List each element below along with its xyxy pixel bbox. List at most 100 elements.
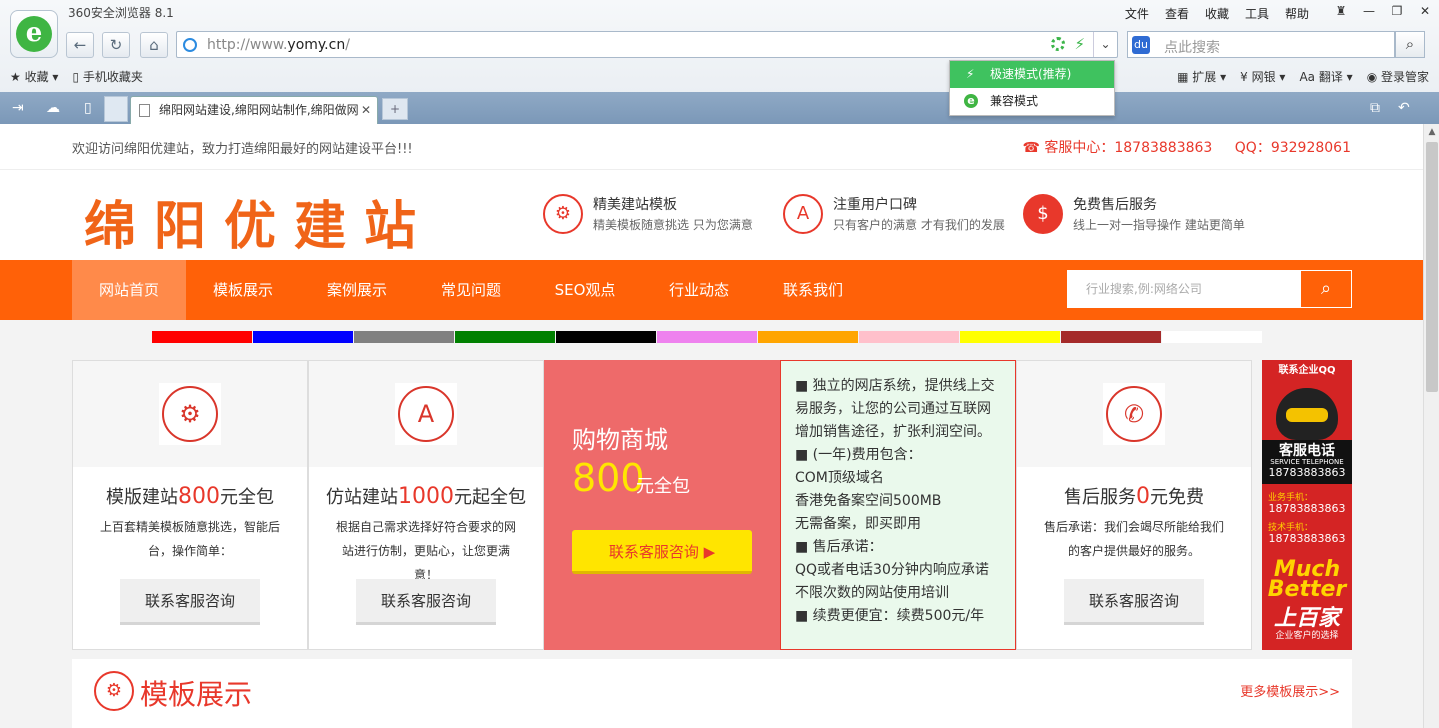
site-search-button[interactable]: ⌕ (1300, 270, 1352, 308)
color-swatch[interactable] (960, 331, 1060, 343)
color-swatch[interactable] (455, 331, 555, 343)
color-swatch[interactable] (1061, 331, 1161, 343)
page-icon (139, 104, 150, 117)
tab-close-icon[interactable]: ✕ (361, 97, 371, 123)
nav-news[interactable]: 行业动态 (642, 260, 756, 320)
shop-consult-button[interactable]: 联系客服咨询 ▶ (572, 530, 752, 574)
shop-detail-line: 香港免备案空间500MB (795, 493, 942, 509)
consult-button[interactable]: 联系客服咨询 (120, 579, 260, 625)
nav-faq[interactable]: 常见问题 (414, 260, 528, 320)
color-swatch[interactable] (859, 331, 959, 343)
shop-detail-line: 增加销售途径，扩张利润空间。 (795, 424, 991, 440)
color-swatch[interactable] (657, 331, 757, 343)
shop-unit: 元全包 (636, 476, 690, 497)
shirt-icon[interactable]: ♜ (1327, 0, 1355, 24)
address-dropdown-button[interactable]: ⌄ (1093, 32, 1117, 57)
ie-logo-icon: e (16, 16, 52, 52)
nav-contact[interactable]: 联系我们 (756, 260, 870, 320)
close-button[interactable]: ✕ (1411, 0, 1439, 24)
vertical-scrollbar[interactable]: ▲ (1423, 124, 1439, 728)
site-logo[interactable]: 绵阳优建站 (84, 184, 434, 259)
bookmark-favorites[interactable]: ★ 收藏 ▾ (10, 68, 58, 85)
shop-detail-line: 不限次数的网站使用培训 (795, 585, 949, 601)
window-controls: ♜ — ❐ ✕ (1327, 0, 1439, 24)
money-bag-icon: $ (1023, 194, 1063, 234)
ebank-button[interactable]: ¥ 网银 ▾ (1240, 68, 1285, 85)
card-title: 仿站建站1000元起全包 (326, 484, 526, 509)
compat-mode-option[interactable]: 兼容模式 (950, 88, 1114, 115)
qq-number: QQ：932928061 (1234, 140, 1351, 156)
bookmark-mobile[interactable]: ▯ 手机收藏夹 (72, 68, 142, 85)
new-tab-button[interactable]: + (382, 98, 408, 120)
cloud-icon[interactable]: ☁ (46, 100, 60, 116)
url-text[interactable]: http://www.yomy.cn/ (207, 37, 350, 53)
menu-help[interactable]: 帮助 (1285, 5, 1309, 22)
menu-favorites[interactable]: 收藏 (1205, 5, 1229, 22)
search-box[interactable]: du 点此搜索 (1127, 31, 1395, 58)
tab-bar: ⇥ ☁ ▯ 绵阳网站建设,绵阳网站制作,绵阳做网 ✕ + ⧉ ↶ (0, 92, 1439, 124)
menu-view[interactable]: 查看 (1165, 5, 1189, 22)
speed-mode-icon[interactable]: ⚡ (1074, 35, 1085, 53)
color-swatch[interactable] (1162, 331, 1262, 343)
scroll-up-icon[interactable]: ▲ (1424, 124, 1439, 140)
gear-icon: ⚙ (543, 194, 583, 234)
search-icon: ⌕ (1320, 278, 1332, 299)
color-swatch[interactable] (152, 331, 252, 343)
color-swatch[interactable] (354, 331, 454, 343)
card-desc: 根据自己需求选择好符合要求的网站进行仿制，更贴心，让您更满意！ (335, 520, 516, 582)
site-topbar: 欢迎访问绵阳优建站，致力打造绵阳最好的网站建设平台!!! ☎ 客服中心：1878… (0, 124, 1423, 170)
card-desc: 售后承诺：我们会竭尽所能给我们的客户提供最好的服务。 (1043, 520, 1224, 558)
login-manager-button[interactable]: ◉ 登录管家 (1367, 68, 1429, 85)
security-icon[interactable] (1051, 37, 1065, 51)
consult-button[interactable]: 联系客服咨询 (1064, 579, 1204, 625)
consult-button[interactable]: 联系客服咨询 (356, 579, 496, 625)
play-arrow-icon: ▶ (703, 543, 716, 561)
shop-detail-line: ■ (一年)费用包含： (795, 447, 922, 463)
web-page: 欢迎访问绵阳优建站，致力打造绵阳最好的网站建设平台!!! ☎ 客服中心：1878… (0, 124, 1423, 728)
browser-mode-popup: 极速模式(推荐) 兼容模式 (949, 60, 1115, 116)
shop-details: ■ 独立的网店系统，提供线上交 易服务，让您的公司通过互联网 增加销售途径，扩张利润… (780, 360, 1016, 650)
bookmark-bar-right: ▦ 扩展 ▾ ¥ 网银 ▾ Aa 翻译 ▾ ◉ 登录管家 (1177, 68, 1429, 85)
app-icon: A (783, 194, 823, 234)
site-header: 绵阳优建站 ⚙ 精美建站模板 精美模板随意挑选 只为您满意 A 注重用户口碑 只… (0, 170, 1423, 260)
menu-file[interactable]: 文件 (1125, 5, 1149, 22)
translate-button[interactable]: Aa 翻译 ▾ (1299, 68, 1352, 85)
sidebar-toggle-icon[interactable]: ⇥ (12, 100, 24, 116)
site-search-input[interactable]: 行业搜索,例:网络公司 (1067, 270, 1300, 308)
address-bar[interactable]: http://www.yomy.cn/ ⚡ ⌄ (176, 31, 1118, 58)
fast-mode-option[interactable]: 极速模式(推荐) (950, 61, 1114, 88)
menu-tools[interactable]: 工具 (1245, 5, 1269, 22)
refresh-button[interactable]: ↻ (102, 32, 130, 58)
color-swatch[interactable] (253, 331, 353, 343)
browser-logo[interactable]: e (10, 10, 58, 58)
nav-home[interactable]: 网站首页 (72, 260, 186, 320)
gear-icon: ⚙ (94, 671, 134, 711)
color-swatch[interactable] (758, 331, 858, 343)
nav-cases[interactable]: 案例展示 (300, 260, 414, 320)
blank-tab[interactable] (104, 96, 128, 122)
card-clone-build: A 仿站建站1000元起全包 根据自己需求选择好符合要求的网站进行仿制，更贴心，… (308, 360, 544, 650)
minimize-button[interactable]: — (1355, 0, 1383, 24)
shop-detail-line: ■ 续费更便宜：续费500元/年 (795, 608, 985, 624)
baidu-paw-icon[interactable]: du (1132, 36, 1150, 54)
more-templates-link[interactable]: 更多模板展示>> (1240, 681, 1340, 700)
tab-active[interactable]: 绵阳网站建设,绵阳网站制作,绵阳做网 ✕ (130, 96, 378, 124)
home-button[interactable]: ⌂ (140, 32, 168, 58)
back-button[interactable]: ← (66, 32, 94, 58)
search-button[interactable]: ⌕ (1395, 31, 1425, 58)
window-title: 360安全浏览器 8.1 (68, 6, 174, 20)
tab-list-icon[interactable]: ⧉ (1370, 100, 1380, 116)
scroll-thumb[interactable] (1426, 142, 1438, 392)
nav-seo[interactable]: SEO观点 (528, 260, 642, 320)
nav-templates[interactable]: 模板展示 (186, 260, 300, 320)
extensions-button[interactable]: ▦ 扩展 ▾ (1177, 68, 1226, 85)
qq-ad-banner[interactable]: 联系企业QQ 客服电话 SERVICE TELEPHONE 18783883863… (1262, 360, 1352, 650)
undo-close-icon[interactable]: ↶ (1398, 100, 1410, 116)
phone-icon: ✆ (1106, 386, 1162, 442)
restore-button[interactable]: ❐ (1383, 0, 1411, 24)
back-arrow-icon: ← (73, 36, 87, 54)
color-swatch[interactable] (556, 331, 656, 343)
shop-detail-line: 易服务，让您的公司通过互联网 (795, 401, 991, 417)
phone-icon[interactable]: ▯ (84, 100, 92, 116)
app-icon: A (398, 386, 454, 442)
